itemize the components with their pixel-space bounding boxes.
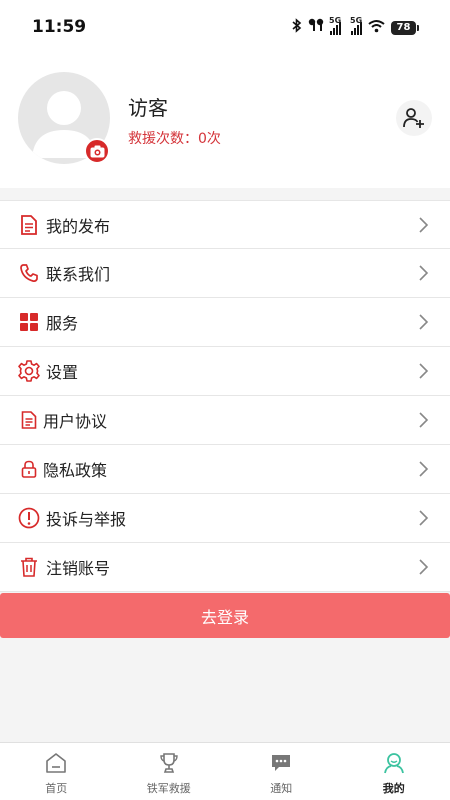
menu-item-complaint-report[interactable]: 投诉与举报 (0, 494, 450, 543)
menu-item-label: 隐私政策 (43, 461, 108, 480)
nav-item-notifications[interactable]: 通知 (225, 743, 338, 800)
message-icon (269, 751, 293, 775)
network-type-label: 5G (329, 16, 342, 25)
add-user-icon[interactable] (396, 100, 432, 136)
home-icon (44, 751, 68, 775)
trophy-icon (157, 751, 181, 775)
signal-icon: 5G (329, 16, 341, 35)
phone-icon (18, 262, 40, 284)
menu-item-label: 我的发布 (46, 216, 111, 236)
wifi-icon (368, 19, 385, 38)
chevron-right-icon (419, 412, 429, 428)
chevron-right-icon (419, 217, 429, 233)
chevron-right-icon (419, 461, 429, 477)
menu-item-label: 服务 (46, 314, 79, 333)
profile-header: 访客 救援次数：0次 (0, 56, 450, 188)
document-icon (18, 214, 40, 236)
nav-label: 通知 (270, 782, 293, 795)
bluetooth-icon (291, 18, 302, 38)
menu-item-user-agreement[interactable]: 用户协议 (0, 396, 450, 445)
menu-item-privacy-policy[interactable]: 隐私政策 (0, 445, 450, 494)
menu-item-label: 联系我们 (46, 265, 111, 284)
network-type-label: 5G (350, 16, 363, 25)
menu-item-settings[interactable]: 设置 (0, 347, 450, 396)
gear-icon (18, 360, 40, 382)
nav-label: 我的 (382, 782, 405, 795)
menu-item-my-posts[interactable]: 我的发布 (0, 200, 450, 249)
nav-item-rescue[interactable]: 铁军救援 (113, 743, 226, 800)
settings-menu: 我的发布 联系我们 服务 设置 用户协议 隐私政策 投诉与举报 注销账号 (0, 200, 450, 592)
menu-item-label: 用户协议 (43, 412, 108, 431)
grid-icon (18, 311, 40, 333)
battery-icon: 78 (391, 21, 419, 35)
earbuds-icon (308, 18, 324, 38)
signal-icon: 5G (350, 16, 362, 35)
chevron-right-icon (419, 510, 429, 526)
trash-icon (18, 556, 40, 578)
status-icons: 5G 5G 78 (291, 16, 419, 38)
lock-icon (18, 458, 40, 480)
login-button[interactable]: 去登录 (0, 593, 450, 638)
agreement-icon (18, 409, 40, 431)
menu-item-contact-us[interactable]: 联系我们 (0, 249, 450, 298)
chevron-right-icon (419, 265, 429, 281)
status-time: 11:59 (32, 17, 87, 37)
camera-icon[interactable] (84, 138, 110, 164)
chevron-right-icon (419, 314, 429, 330)
nav-item-mine[interactable]: 我的 (338, 743, 450, 800)
chevron-right-icon (419, 559, 429, 575)
status-bar: 11:59 5G 5G 78 (0, 0, 450, 56)
user-name: 访客 (128, 96, 168, 120)
bottom-nav: 首页 铁军救援 通知 我的 (0, 742, 450, 800)
nav-item-home[interactable]: 首页 (0, 743, 113, 800)
menu-item-services[interactable]: 服务 (0, 298, 450, 347)
menu-item-delete-account[interactable]: 注销账号 (0, 543, 450, 592)
menu-item-label: 投诉与举报 (46, 510, 127, 529)
menu-item-label: 设置 (46, 363, 79, 382)
menu-item-label: 注销账号 (46, 559, 111, 578)
alert-icon (18, 507, 40, 529)
profile-icon (382, 751, 406, 775)
chevron-right-icon (419, 363, 429, 379)
rescue-count: 救援次数：0次 (128, 131, 221, 147)
nav-label: 铁军救援 (146, 782, 191, 795)
nav-label: 首页 (45, 782, 68, 795)
